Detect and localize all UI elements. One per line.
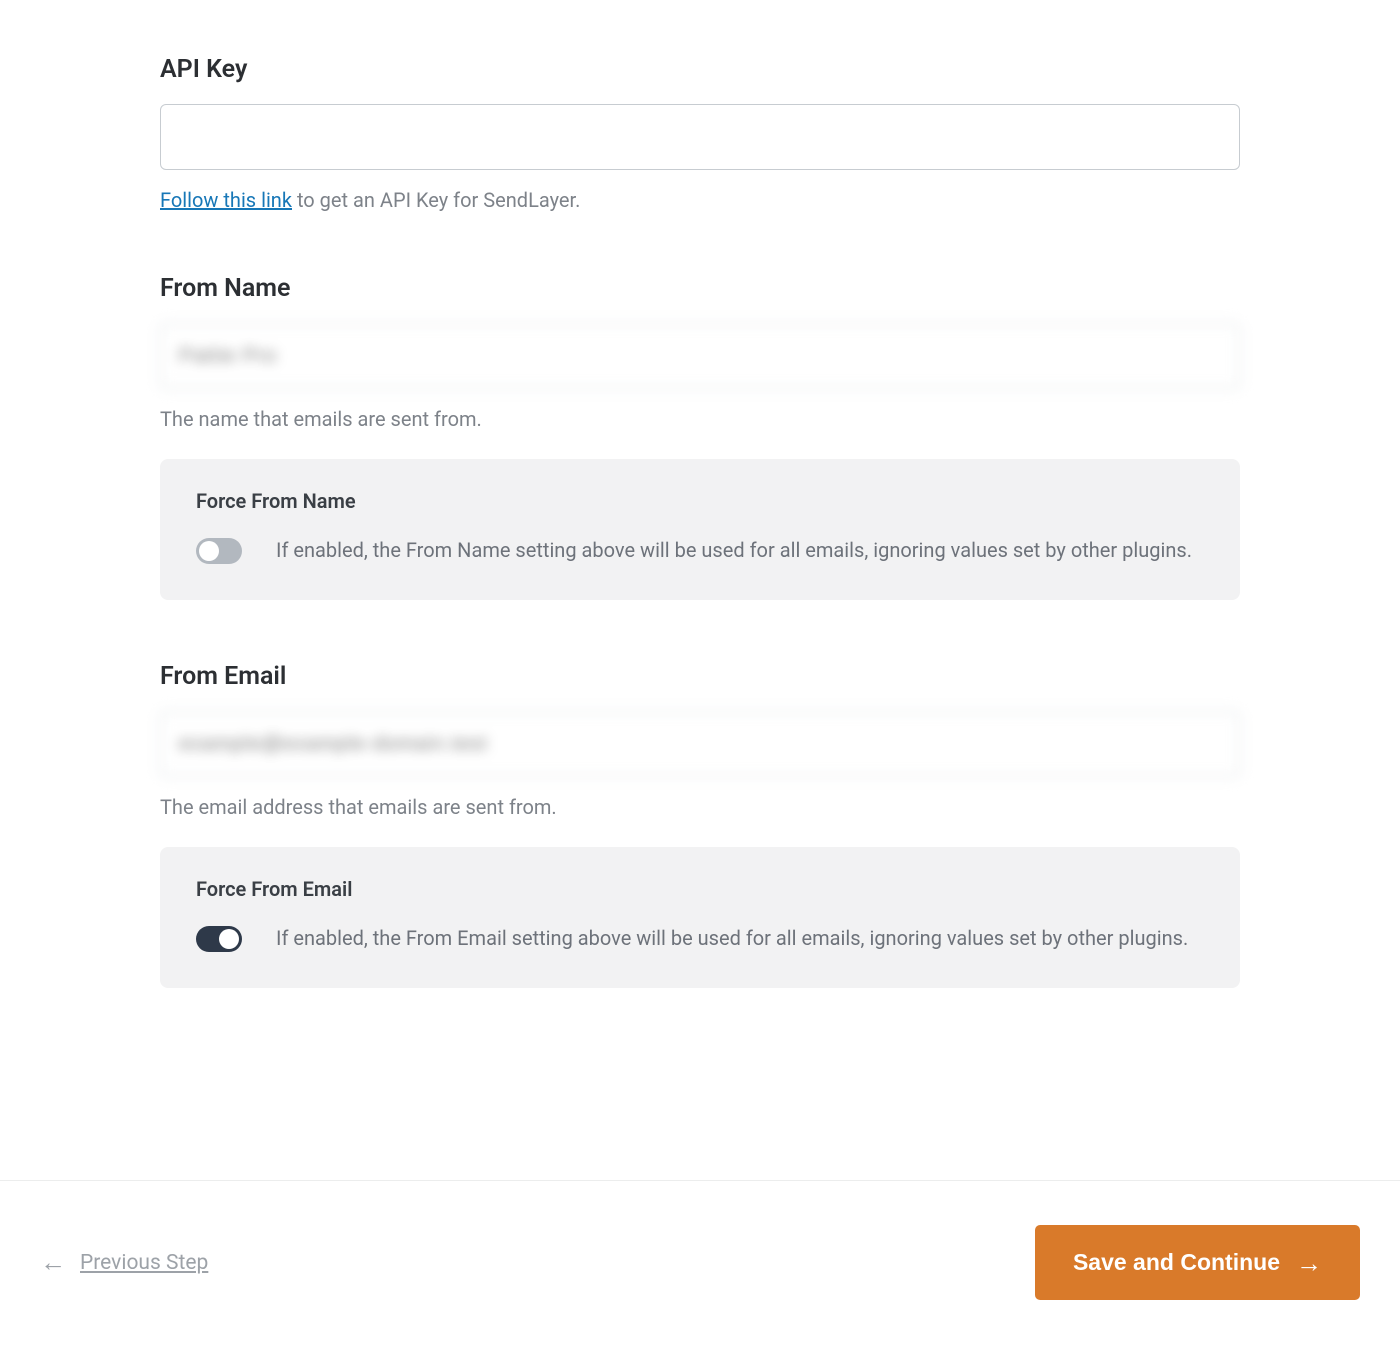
force-from-email-toggle[interactable] (196, 926, 242, 952)
from-email-hint: The email address that emails are sent f… (160, 795, 1240, 819)
save-and-continue-label: Save and Continue (1073, 1249, 1280, 1276)
from-name-label: From Name (160, 274, 1240, 303)
section-from-name: From Name The name that emails are sent … (160, 274, 1240, 600)
section-from-email: From Email The email address that emails… (160, 662, 1240, 988)
from-name-hint: The name that emails are sent from. (160, 407, 1240, 431)
force-from-email-title: Force From Email (196, 877, 1204, 901)
from-email-input[interactable] (160, 711, 1240, 777)
force-from-name-panel: Force From Name If enabled, the From Nam… (160, 459, 1240, 600)
api-key-help-tail: to get an API Key for SendLayer. (292, 188, 580, 212)
api-key-help: Follow this link to get an API Key for S… (160, 188, 1240, 212)
api-key-label: API Key (160, 55, 1240, 84)
force-from-name-toggle[interactable] (196, 538, 242, 564)
footer-divider (0, 1180, 1400, 1181)
section-api-key: API Key Follow this link to get an API K… (160, 55, 1240, 212)
arrow-right-icon: → (1296, 1250, 1322, 1276)
from-email-label: From Email (160, 662, 1240, 691)
previous-step-label: Previous Step (80, 1251, 208, 1275)
force-from-name-title: Force From Name (196, 489, 1204, 513)
api-key-input[interactable] (160, 104, 1240, 170)
from-name-input[interactable] (160, 323, 1240, 389)
arrow-left-icon: ← (40, 1250, 66, 1276)
force-from-name-desc: If enabled, the From Name setting above … (276, 535, 1204, 566)
force-from-email-panel: Force From Email If enabled, the From Em… (160, 847, 1240, 988)
api-key-help-link[interactable]: Follow this link (160, 188, 292, 212)
previous-step-button[interactable]: ← Previous Step (40, 1250, 208, 1276)
footer-bar: ← Previous Step Save and Continue → (0, 1225, 1400, 1300)
save-and-continue-button[interactable]: Save and Continue → (1035, 1225, 1360, 1300)
force-from-email-desc: If enabled, the From Email setting above… (276, 923, 1204, 954)
